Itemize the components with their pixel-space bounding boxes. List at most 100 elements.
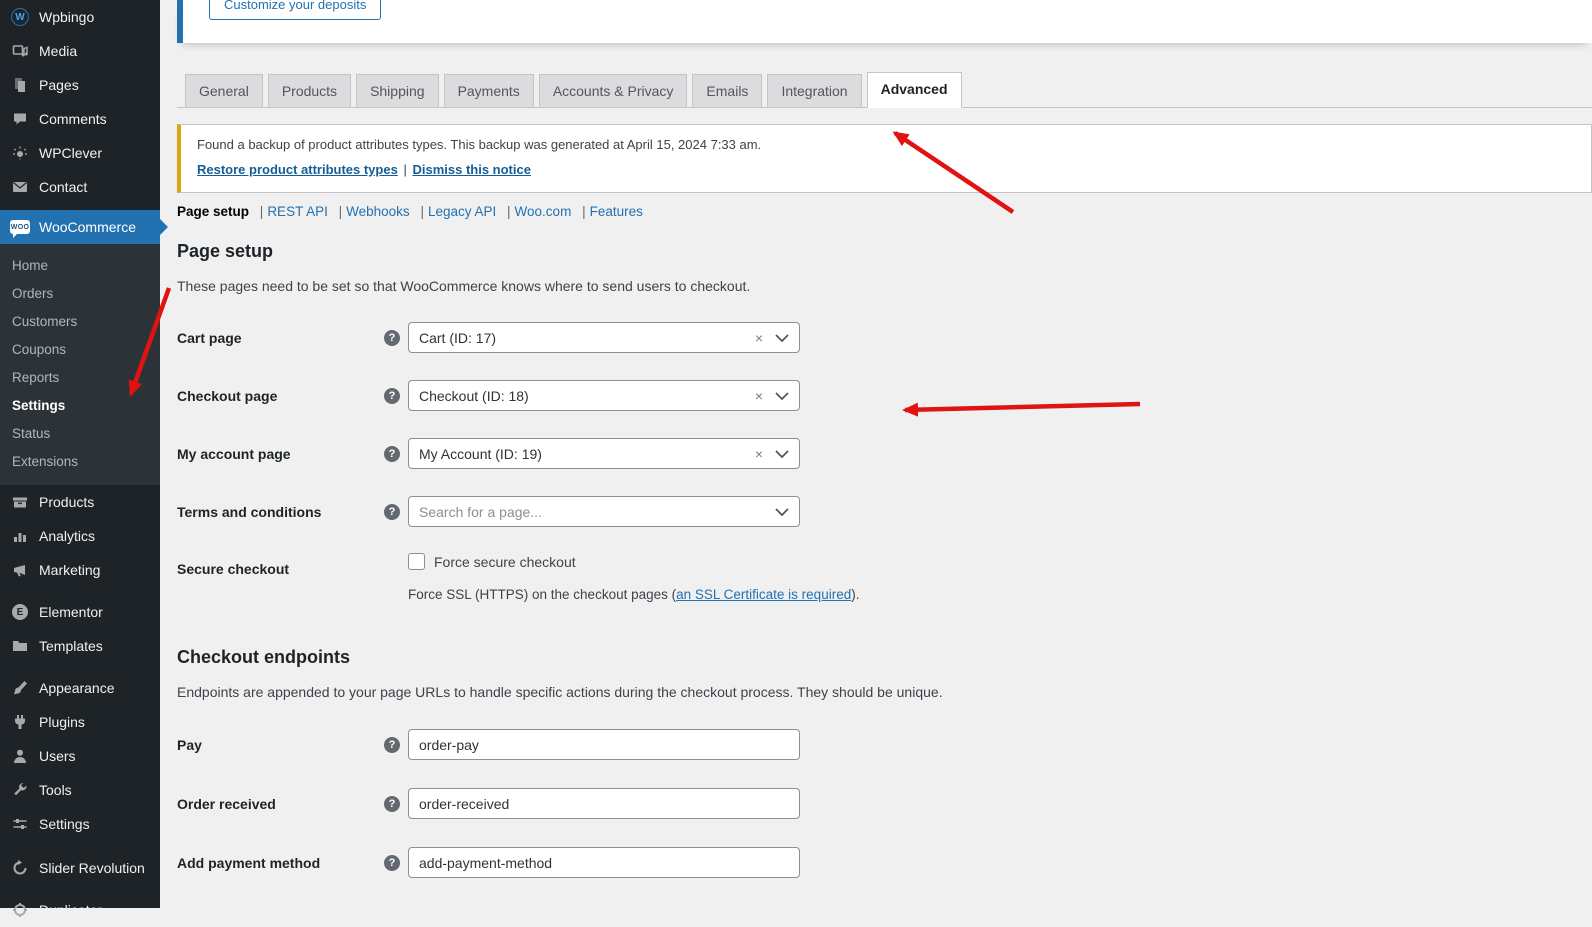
checkout-page-label: Checkout page	[177, 388, 384, 404]
help-icon[interactable]: ?	[384, 330, 400, 346]
clear-selection-icon[interactable]: ×	[755, 330, 763, 346]
order-received-endpoint-row: Order received ?	[177, 788, 800, 819]
checkout-page-row: Checkout page ? Checkout (ID: 18) ×	[177, 380, 800, 411]
sidebar-item-pages[interactable]: Pages	[0, 68, 160, 102]
sidebar-item-label: Elementor	[39, 604, 103, 620]
pay-endpoint-label: Pay	[177, 737, 384, 753]
subnav-link-features[interactable]: Features	[590, 204, 643, 219]
sidebar-item-users[interactable]: Users	[0, 739, 160, 773]
templates-folder-icon	[10, 637, 30, 655]
my-account-page-select[interactable]: My Account (ID: 19) ×	[408, 438, 800, 469]
sidebar-item-label: Tools	[39, 782, 72, 798]
sidebar-item-comments[interactable]: Comments	[0, 102, 160, 136]
help-icon[interactable]: ?	[384, 388, 400, 404]
marketing-icon	[10, 561, 30, 579]
woocommerce-icon: WOO	[10, 218, 30, 236]
site-logo-icon: W	[10, 8, 30, 26]
envelope-icon	[10, 178, 30, 196]
force-secure-checkout-label: Force secure checkout	[434, 554, 576, 570]
secure-checkout-label: Secure checkout	[177, 553, 384, 577]
sidebar-item-label: Users	[39, 748, 76, 764]
sidebar-item-woo-home[interactable]: Home	[0, 251, 160, 279]
comments-icon	[10, 110, 30, 128]
tab-payments[interactable]: Payments	[444, 74, 534, 108]
settings-sliders-icon	[10, 815, 30, 833]
force-secure-checkout-checkbox[interactable]	[408, 553, 425, 570]
tab-general[interactable]: General	[185, 74, 263, 108]
sidebar-item-label: Comments	[39, 111, 107, 127]
help-icon[interactable]: ?	[384, 446, 400, 462]
sidebar-item-woo-status[interactable]: Status	[0, 419, 160, 447]
sidebar-item-label: Pages	[39, 77, 79, 93]
tab-products[interactable]: Products	[268, 74, 351, 108]
tab-emails[interactable]: Emails	[692, 74, 762, 108]
tab-accounts-privacy[interactable]: Accounts & Privacy	[539, 74, 688, 108]
help-icon[interactable]: ?	[384, 737, 400, 753]
pay-endpoint-row: Pay ?	[177, 729, 800, 760]
ssl-certificate-link[interactable]: an SSL Certificate is required	[676, 587, 851, 602]
help-icon[interactable]: ?	[384, 504, 400, 520]
checkout-endpoints-description: Endpoints are appended to your page URLs…	[177, 684, 943, 700]
page-setup-heading: Page setup	[177, 241, 273, 262]
subnav-link-rest-api[interactable]: REST API	[267, 204, 328, 219]
users-icon	[10, 747, 30, 765]
secure-checkout-row: Secure checkout Force secure checkout Fo…	[177, 553, 859, 602]
dismiss-notice-link[interactable]: Dismiss this notice	[412, 162, 530, 177]
subnav-current-page-setup: Page setup	[177, 204, 249, 219]
sidebar-item-label: Plugins	[39, 714, 85, 730]
sidebar-item-site[interactable]: W Wpbingo	[0, 0, 160, 34]
terms-conditions-label: Terms and conditions	[177, 504, 384, 520]
cart-page-select[interactable]: Cart (ID: 17) ×	[408, 322, 800, 353]
sidebar-item-woo-extensions[interactable]: Extensions	[0, 447, 160, 475]
sidebar-item-settings[interactable]: Settings	[0, 807, 160, 841]
chevron-down-icon	[775, 392, 789, 400]
sidebar-item-analytics[interactable]: Analytics	[0, 519, 160, 553]
active-menu-arrow	[159, 218, 168, 236]
customize-deposits-button[interactable]: Customize your deposits	[209, 0, 381, 20]
sidebar-item-templates[interactable]: Templates	[0, 629, 160, 663]
analytics-icon	[10, 527, 30, 545]
sidebar-item-label: Media	[39, 43, 77, 59]
chevron-down-icon	[775, 450, 789, 458]
sidebar-item-woo-reports[interactable]: Reports	[0, 363, 160, 391]
sidebar-item-media[interactable]: Media	[0, 34, 160, 68]
sidebar-item-products[interactable]: Products	[0, 485, 160, 519]
clear-selection-icon[interactable]: ×	[755, 446, 763, 462]
sidebar-item-duplicator[interactable]: Duplicator	[0, 893, 160, 927]
sidebar-item-woocommerce[interactable]: WOO WooCommerce	[0, 210, 160, 244]
sidebar-item-tools[interactable]: Tools	[0, 773, 160, 807]
sidebar-item-woo-orders[interactable]: Orders	[0, 279, 160, 307]
sidebar-item-contact[interactable]: Contact	[0, 170, 160, 204]
add-payment-method-endpoint-input[interactable]	[408, 847, 800, 878]
subnav-link-webhooks[interactable]: Webhooks	[346, 204, 410, 219]
sidebar-item-elementor[interactable]: E Elementor	[0, 595, 160, 629]
cart-page-row: Cart page ? Cart (ID: 17) ×	[177, 322, 800, 353]
tab-shipping[interactable]: Shipping	[356, 74, 439, 108]
deposits-notice: Customize your deposits	[177, 0, 1592, 43]
checkout-page-select[interactable]: Checkout (ID: 18) ×	[408, 380, 800, 411]
subnav-link-woo-com[interactable]: Woo.com	[515, 204, 572, 219]
tab-advanced[interactable]: Advanced	[867, 72, 962, 108]
sidebar-item-plugins[interactable]: Plugins	[0, 705, 160, 739]
add-payment-method-endpoint-row: Add payment method ?	[177, 847, 800, 878]
order-received-endpoint-input[interactable]	[408, 788, 800, 819]
tab-integration[interactable]: Integration	[767, 74, 861, 108]
sidebar-item-slider-revolution[interactable]: Slider Revolution	[0, 851, 160, 885]
sidebar-item-woo-customers[interactable]: Customers	[0, 307, 160, 335]
page-setup-description: These pages need to be set so that WooCo…	[177, 278, 750, 294]
terms-page-select[interactable]: Search for a page...	[408, 496, 800, 527]
sidebar-item-woo-settings[interactable]: Settings	[0, 391, 160, 419]
sidebar-item-marketing[interactable]: Marketing	[0, 553, 160, 587]
clear-selection-icon[interactable]: ×	[755, 388, 763, 404]
help-icon[interactable]: ?	[384, 796, 400, 812]
restore-attributes-link[interactable]: Restore product attributes types	[197, 162, 398, 177]
pay-endpoint-input[interactable]	[408, 729, 800, 760]
help-icon[interactable]: ?	[384, 855, 400, 871]
terms-conditions-row: Terms and conditions ? Search for a page…	[177, 496, 800, 527]
sidebar-item-appearance[interactable]: Appearance	[0, 671, 160, 705]
plugins-icon	[10, 713, 30, 731]
sidebar-item-woo-coupons[interactable]: Coupons	[0, 335, 160, 363]
sidebar-item-wpclever[interactable]: WPClever	[0, 136, 160, 170]
subnav-link-legacy-api[interactable]: Legacy API	[428, 204, 496, 219]
my-account-page-label: My account page	[177, 446, 384, 462]
